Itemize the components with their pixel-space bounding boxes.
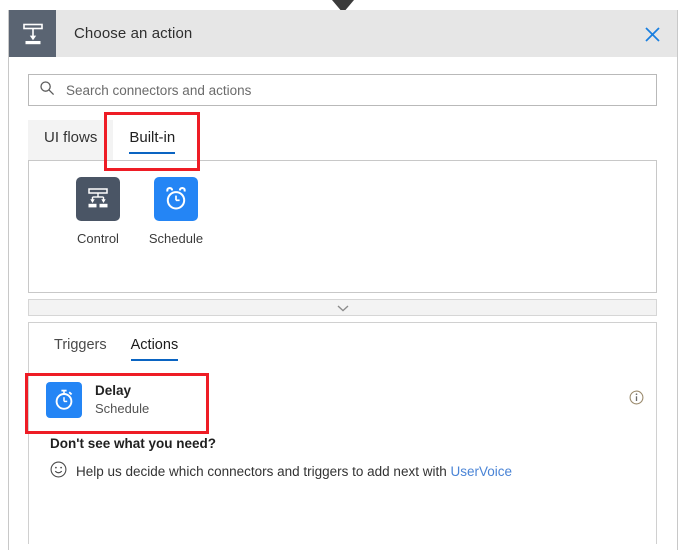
help-section: Don't see what you need? Help us decide … (29, 426, 656, 481)
help-heading: Don't see what you need? (50, 436, 656, 451)
stopwatch-icon (46, 382, 82, 418)
page-title: Choose an action (74, 25, 192, 42)
connector-tile-row: Control Schedule (29, 177, 656, 246)
connector-tile-panel: Control Schedule (28, 160, 657, 293)
chevron-down-icon (337, 299, 349, 317)
alarm-clock-icon (154, 177, 198, 221)
search-icon (39, 80, 55, 101)
connector-tile-schedule-label: Schedule (149, 231, 203, 246)
actions-panel: Triggers Actions (28, 322, 657, 544)
tab-triggers-label: Triggers (54, 337, 107, 353)
connector-category-tabs: UI flows Built-in (28, 120, 677, 160)
choose-an-action-dialog: Choose an action UI flows Built-in (8, 10, 678, 550)
tab-built-in-underline (129, 152, 175, 154)
dialog-header: Choose an action (9, 10, 677, 57)
connector-tile-control[interactable]: Control (59, 177, 137, 246)
delay-action-subtitle: Schedule (95, 400, 149, 418)
search-area (9, 57, 677, 106)
tab-ui-flows-label: UI flows (44, 129, 97, 146)
tab-built-in-label: Built-in (129, 129, 175, 146)
collapse-panel-toggle[interactable] (28, 299, 657, 316)
tab-actions[interactable]: Actions (119, 337, 191, 361)
tab-triggers[interactable]: Triggers (42, 337, 119, 361)
trigger-action-tabs: Triggers Actions (29, 323, 656, 361)
delay-action-text: Delay Schedule (95, 382, 149, 418)
tab-actions-underline (131, 359, 179, 361)
search-box[interactable] (28, 74, 657, 106)
action-list: Delay Schedule (29, 374, 656, 426)
help-text: Help us decide which connectors and trig… (76, 464, 447, 479)
close-icon[interactable] (637, 19, 667, 49)
tab-actions-label: Actions (131, 337, 179, 353)
connector-tile-control-label: Control (77, 231, 119, 246)
control-flow-icon (9, 10, 56, 57)
tab-built-in[interactable]: Built-in (113, 120, 191, 160)
delay-action-title: Delay (95, 382, 149, 400)
search-input[interactable] (64, 82, 646, 99)
uservoice-link[interactable]: UserVoice (450, 464, 512, 479)
smiley-icon (50, 461, 67, 481)
control-flow-icon (76, 177, 120, 221)
connector-tile-schedule[interactable]: Schedule (137, 177, 215, 246)
tab-ui-flows[interactable]: UI flows (28, 120, 113, 160)
info-icon[interactable] (629, 390, 644, 410)
help-line: Help us decide which connectors and trig… (50, 461, 656, 481)
delay-action-row[interactable]: Delay Schedule (29, 374, 656, 426)
